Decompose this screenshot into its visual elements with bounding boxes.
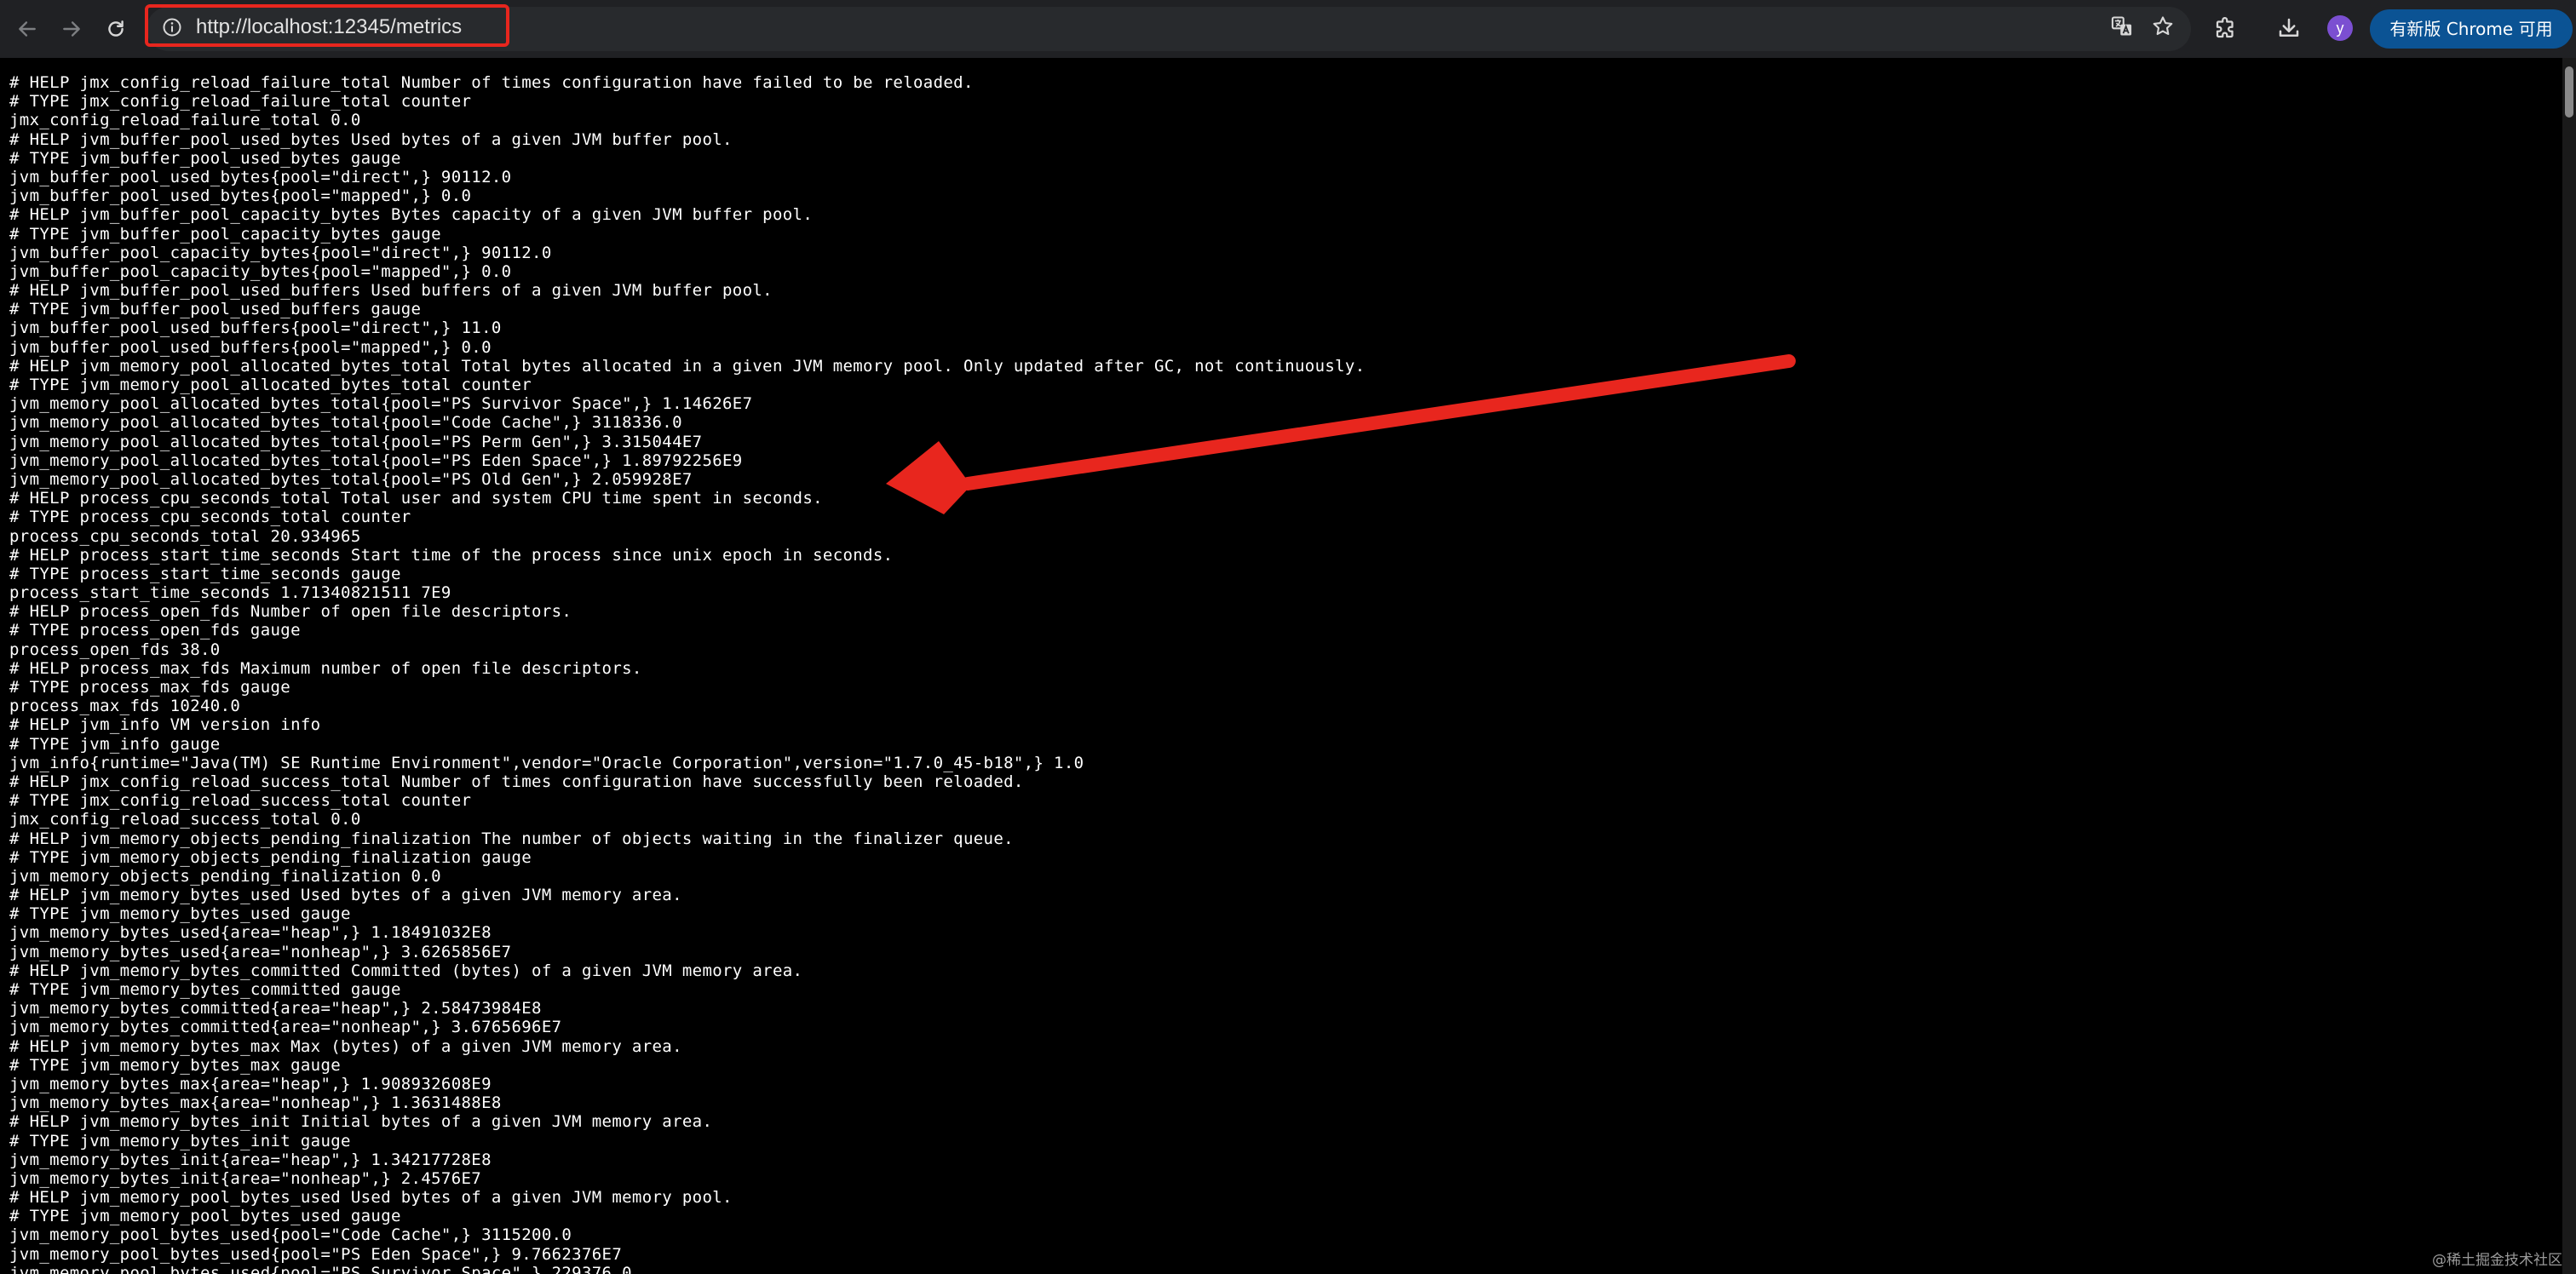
- metric-line: # HELP jmx_config_reload_failure_total N…: [9, 73, 974, 92]
- profile-avatar[interactable]: y: [2327, 15, 2353, 41]
- extensions-button[interactable]: [2211, 14, 2240, 43]
- bookmark-button[interactable]: [2150, 14, 2176, 39]
- metric-line: # TYPE jmx_config_reload_failure_total c…: [9, 92, 472, 112]
- metric-line: # HELP process_start_time_seconds Start …: [9, 545, 894, 565]
- metric-line: # TYPE process_open_fds gauge: [9, 621, 301, 640]
- metric-line: # HELP jvm_info VM version info: [9, 715, 321, 735]
- forward-button[interactable]: [53, 10, 90, 48]
- metric-line: jvm_memory_objects_pending_finalization …: [9, 866, 441, 886]
- metric-line: jmx_config_reload_success_total 0.0: [9, 810, 361, 829]
- metric-line: jvm_memory_pool_bytes_used{pool="PS Eden…: [9, 1244, 623, 1264]
- metric-line: jvm_memory_pool_allocated_bytes_total{po…: [9, 469, 693, 489]
- metric-line: # HELP jmx_config_reload_success_total N…: [9, 772, 1024, 791]
- metric-line: jvm_buffer_pool_capacity_bytes{pool="map…: [9, 261, 512, 281]
- metrics-page: # HELP jmx_config_reload_failure_total N…: [0, 58, 2562, 1274]
- metric-line: # TYPE jvm_buffer_pool_capacity_bytes ga…: [9, 224, 441, 244]
- metric-line: # TYPE jvm_memory_objects_pending_finali…: [9, 847, 532, 867]
- arrow-left-icon: [19, 21, 36, 37]
- metric-line: # TYPE process_cpu_seconds_total counter: [9, 508, 411, 527]
- metric-line: jvm_memory_pool_bytes_used{pool="Code Ca…: [9, 1225, 572, 1245]
- vertical-scrollbar[interactable]: [2562, 58, 2576, 1274]
- metric-line: # TYPE jvm_memory_bytes_init gauge: [9, 1131, 351, 1151]
- metric-line: process_cpu_seconds_total 20.934965: [9, 526, 361, 546]
- metric-line: # TYPE jvm_buffer_pool_used_buffers gaug…: [9, 300, 422, 319]
- metric-line: # TYPE jvm_memory_bytes_max gauge: [9, 1055, 342, 1075]
- metric-line: jvm_memory_bytes_max{area="nonheap",} 1.…: [9, 1093, 502, 1113]
- metric-line: # HELP process_max_fds Maximum number of…: [9, 658, 642, 678]
- metric-line: # HELP jvm_memory_objects_pending_finali…: [9, 829, 1014, 848]
- site-info-button[interactable]: [162, 17, 182, 37]
- metric-line: # TYPE jvm_info gauge: [9, 734, 221, 754]
- watermark: @稀土掘金技术社区: [2432, 1252, 2562, 1269]
- metric-line: jvm_buffer_pool_used_bytes{pool="mapped"…: [9, 187, 472, 206]
- metric-line: process_max_fds 10240.0: [9, 697, 241, 716]
- metric-line: jvm_memory_bytes_committed{area="heap",}…: [9, 999, 542, 1019]
- translate-button[interactable]: [2109, 14, 2135, 39]
- metric-line: # HELP jvm_memory_bytes_max Max (bytes) …: [9, 1036, 682, 1056]
- metric-line: jvm_memory_pool_allocated_bytes_total{po…: [9, 413, 682, 433]
- metric-line: jmx_config_reload_failure_total 0.0: [9, 111, 361, 130]
- reload-icon: [108, 20, 124, 37]
- metric-line: # TYPE jmx_config_reload_success_total c…: [9, 791, 472, 811]
- metric-line: jvm_memory_bytes_init{area="heap",} 1.34…: [9, 1150, 492, 1169]
- metric-line: jvm_buffer_pool_capacity_bytes{pool="dir…: [9, 243, 552, 262]
- metric-line: jvm_memory_pool_allocated_bytes_total{po…: [9, 450, 743, 470]
- download-icon: [2279, 18, 2299, 37]
- reload-button[interactable]: [97, 10, 135, 48]
- metric-line: process_start_time_seconds 1.71340821511…: [9, 583, 451, 603]
- puzzle-icon: [2216, 17, 2234, 38]
- metric-line: # HELP jvm_buffer_pool_used_buffers Used…: [9, 281, 773, 301]
- metric-line: # HELP jvm_memory_bytes_init Initial byt…: [9, 1112, 713, 1132]
- metric-line: jvm_memory_bytes_max{area="heap",} 1.908…: [9, 1074, 492, 1093]
- metric-line: jvm_memory_pool_allocated_bytes_total{po…: [9, 432, 703, 451]
- metric-line: # HELP jvm_memory_bytes_committed Commit…: [9, 961, 803, 980]
- metric-line: jvm_memory_bytes_init{area="nonheap",} 2…: [9, 1168, 482, 1188]
- metric-line: jvm_memory_bytes_used{area="heap",} 1.18…: [9, 923, 492, 943]
- metric-line: # TYPE process_start_time_seconds gauge: [9, 564, 401, 583]
- metric-line: # HELP jvm_memory_bytes_used Used bytes …: [9, 886, 682, 905]
- metric-line: jvm_memory_pool_allocated_bytes_total{po…: [9, 394, 753, 414]
- metric-line: # TYPE jvm_memory_bytes_used gauge: [9, 904, 351, 924]
- metric-line: # TYPE jvm_buffer_pool_used_bytes gauge: [9, 148, 401, 168]
- metric-line: # TYPE jvm_memory_bytes_committed gauge: [9, 980, 401, 999]
- metric-line: # HELP jvm_buffer_pool_used_bytes Used b…: [9, 129, 733, 149]
- metric-line: jvm_memory_bytes_committed{area="nonheap…: [9, 1018, 562, 1037]
- metric-line: # TYPE jvm_memory_pool_bytes_used gauge: [9, 1207, 401, 1226]
- metric-line: process_open_fds 38.0: [9, 640, 221, 659]
- metric-line: # TYPE process_max_fds gauge: [9, 678, 291, 697]
- metric-line: # HELP jvm_memory_pool_allocated_bytes_t…: [9, 356, 1366, 376]
- metric-line: # TYPE jvm_memory_pool_allocated_bytes_t…: [9, 376, 532, 394]
- arrow-right-icon: [63, 21, 80, 37]
- url-text[interactable]: http://localhost:12345/metrics: [196, 14, 462, 40]
- metric-line: # HELP jvm_buffer_pool_capacity_bytes By…: [9, 205, 814, 225]
- metric-line: jvm_buffer_pool_used_buffers{pool="mappe…: [9, 337, 492, 357]
- metric-line: jvm_info{runtime="Java(TM) SE Runtime En…: [9, 753, 1084, 772]
- browser-toolbar: http://localhost:12345/metrics y 有新版 Chr…: [0, 0, 2576, 58]
- metric-line: jvm_memory_bytes_used{area="nonheap",} 3…: [9, 942, 512, 961]
- translate-icon: [2111, 16, 2132, 36]
- metrics-text: # HELP jmx_config_reload_failure_total N…: [0, 58, 2562, 1274]
- back-button[interactable]: [9, 10, 46, 48]
- metric-line: # HELP process_open_fds Number of open f…: [9, 602, 572, 622]
- metric-line: jvm_buffer_pool_used_buffers{pool="direc…: [9, 318, 502, 338]
- star-icon: [2153, 16, 2173, 36]
- metric-line: jvm_buffer_pool_used_bytes{pool="direct"…: [9, 167, 512, 187]
- info-icon: [163, 18, 181, 37]
- metric-line: # HELP process_cpu_seconds_total Total u…: [9, 489, 823, 508]
- metric-line: # HELP jvm_memory_pool_bytes_used Used b…: [9, 1188, 733, 1208]
- scrollbar-thumb[interactable]: [2565, 66, 2573, 118]
- downloads-button[interactable]: [2274, 14, 2303, 43]
- chrome-update-button[interactable]: 有新版 Chrome 可用: [2370, 9, 2573, 49]
- metric-line: jvm_memory_pool_bytes_used{pool="PS Surv…: [9, 1263, 632, 1274]
